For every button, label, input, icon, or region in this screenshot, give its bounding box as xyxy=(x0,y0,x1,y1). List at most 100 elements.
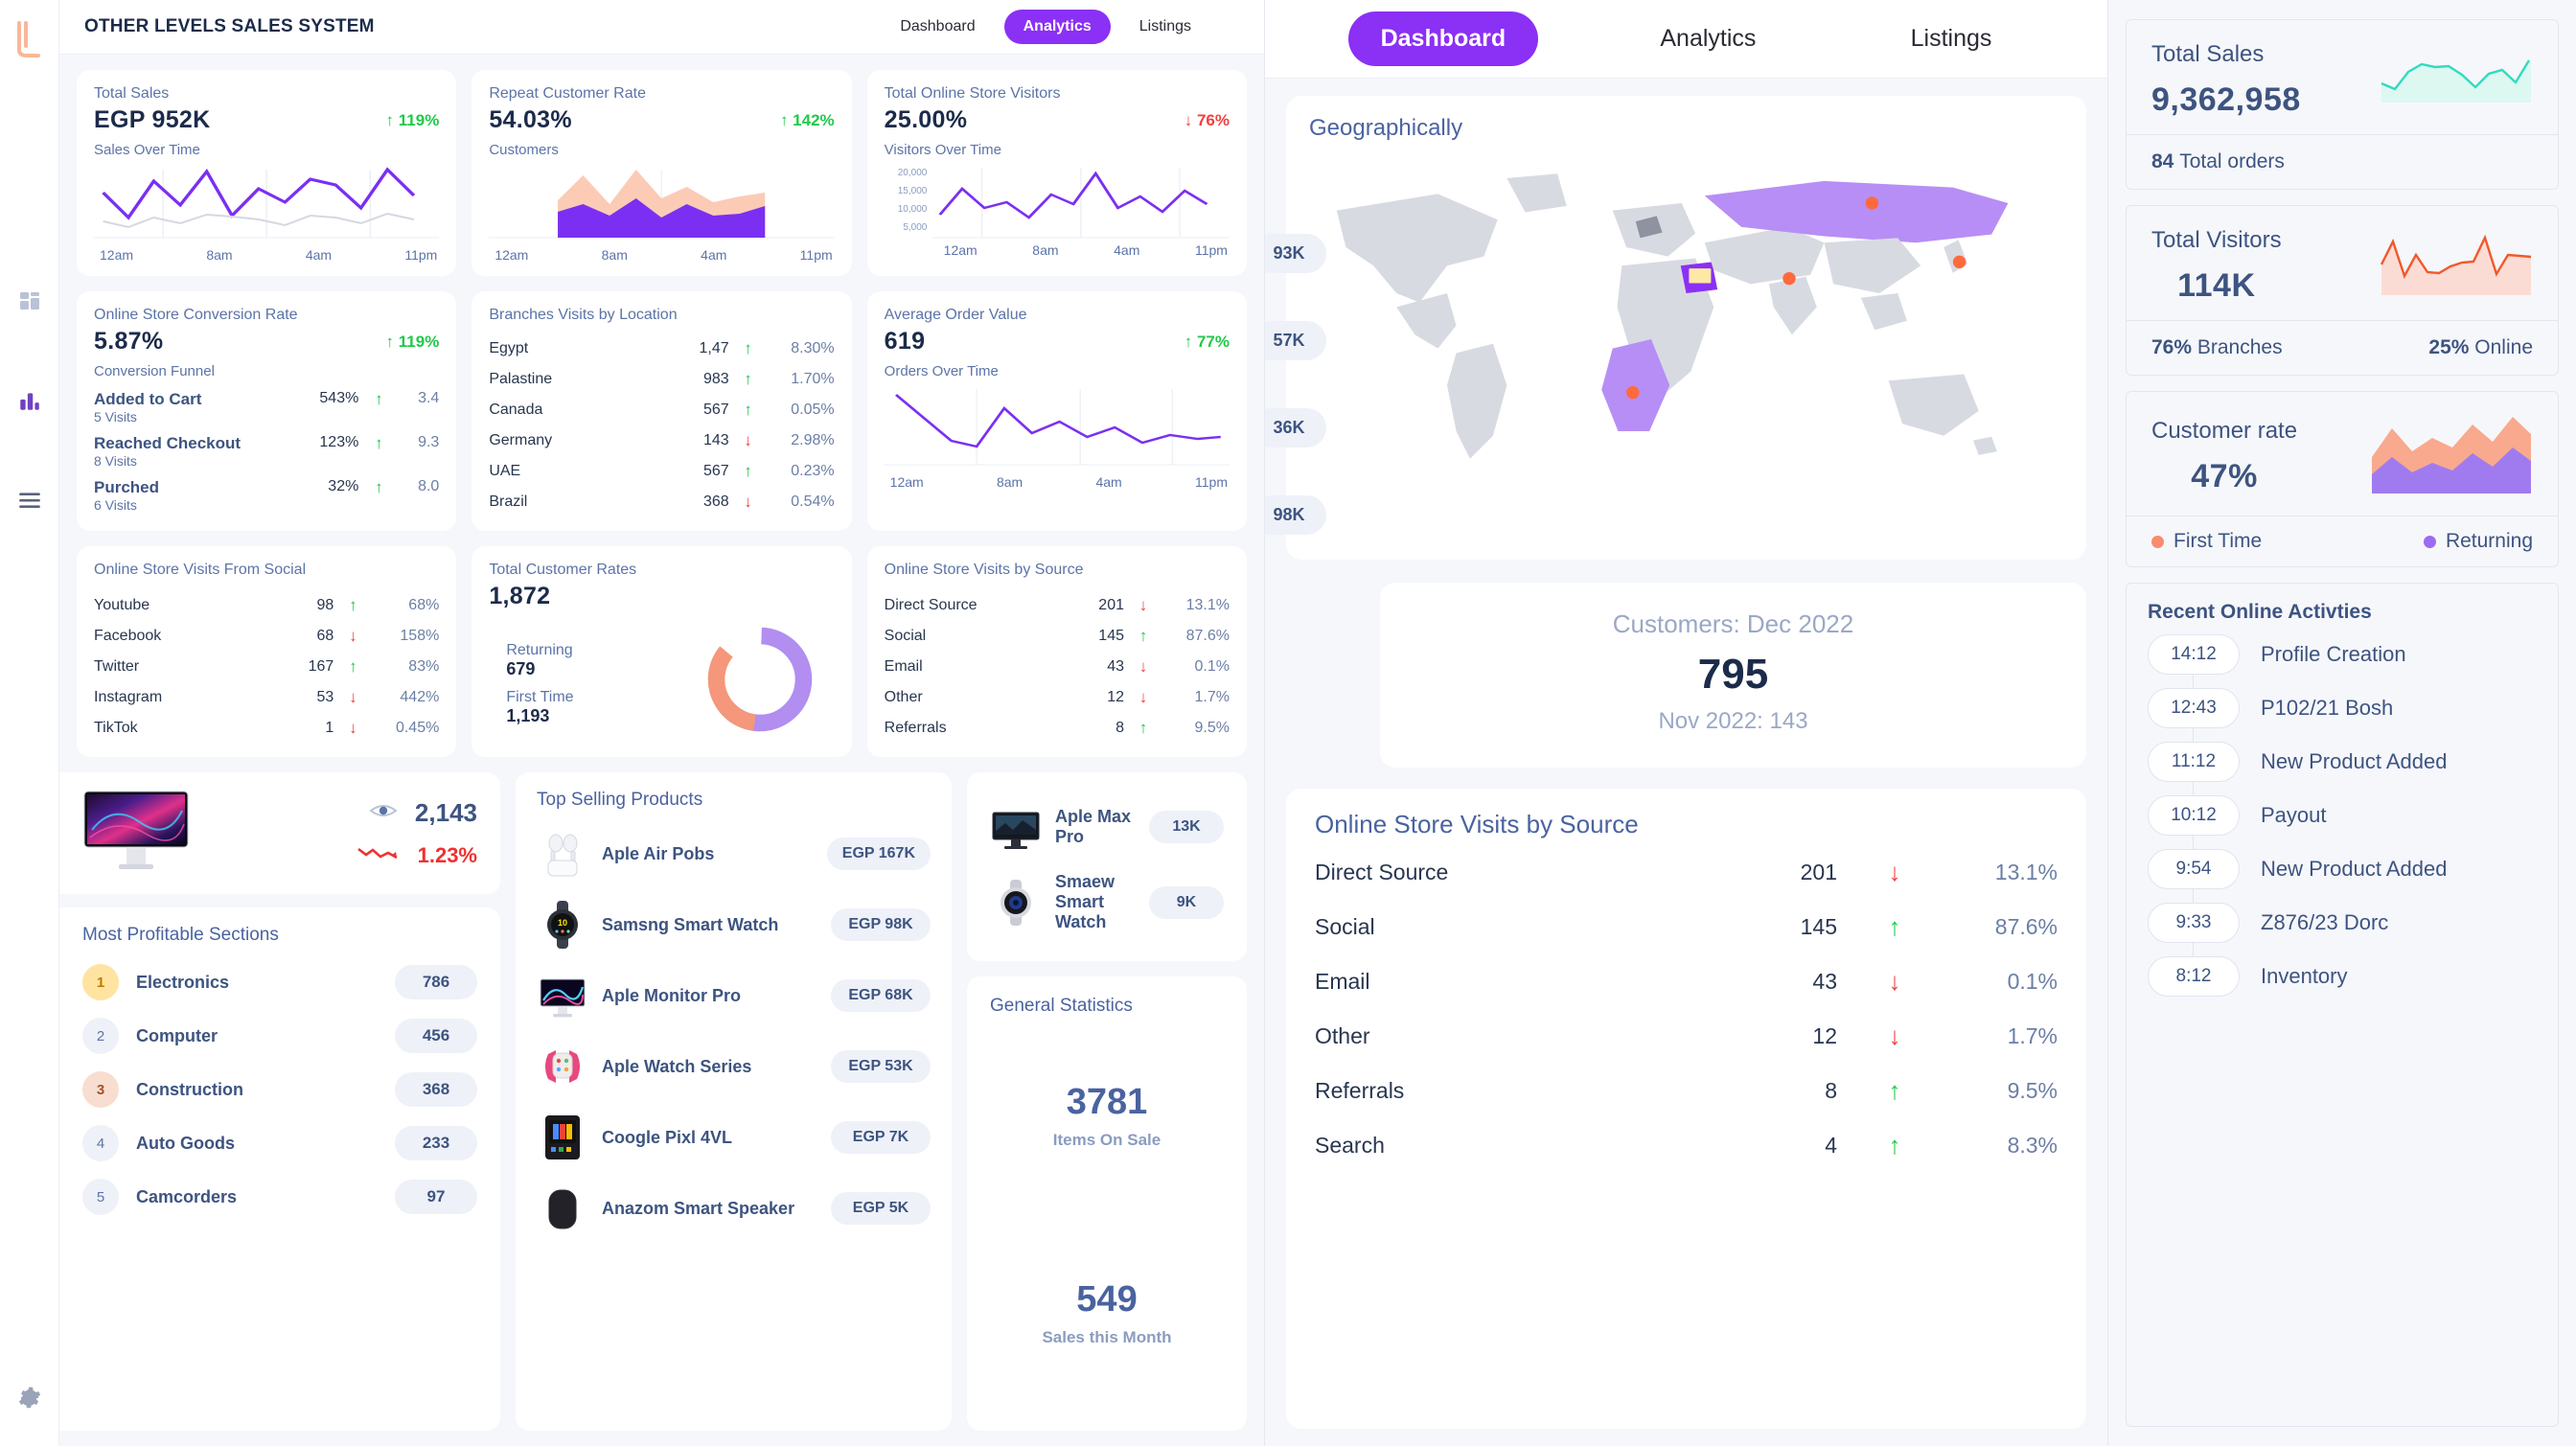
customers-period: Customers: Dec 2022 xyxy=(1380,609,2086,639)
list-item[interactable]: Aple Watch Series EGP 53K xyxy=(537,1031,931,1102)
axis-tick: 8am xyxy=(997,474,1023,490)
y-axis-tick: 20,000 xyxy=(885,168,928,178)
table-row: Referrals8↑9.5% xyxy=(885,713,1230,744)
list-item[interactable]: 2 Computer 456 xyxy=(82,1009,477,1063)
list-item[interactable]: 9:33 Z876/23 Dorc xyxy=(2148,896,2537,950)
list-item[interactable]: 1 Electronics 786 xyxy=(82,955,477,1009)
row-label: Youtube xyxy=(94,597,270,614)
row-label: Canada xyxy=(489,402,665,419)
card-subtitle: Conversion Funnel xyxy=(94,363,439,379)
card-featured-monitor: 2,143 1.23% xyxy=(59,772,500,894)
card-value: EGP 952K xyxy=(94,106,210,134)
list-item[interactable]: 3 Construction 368 xyxy=(82,1063,477,1116)
table-row: Email43↓0.1% xyxy=(885,652,1230,682)
x-axis-labels: 12am 8am 4am 11pm xyxy=(94,243,439,263)
axis-tick: 12am xyxy=(944,242,978,258)
tab-dashboard[interactable]: Dashboard xyxy=(1348,11,1539,66)
list-item[interactable]: 5 Camcorders 97 xyxy=(82,1170,477,1224)
row-value: 201 xyxy=(1061,597,1124,614)
app-root: OTHER LEVELS SALES SYSTEM Dashboard Anal… xyxy=(0,0,2576,1446)
trend-up-icon: ↑ xyxy=(729,370,768,389)
list-item[interactable]: 14:12 Profile Creation xyxy=(2148,628,2537,681)
table-row: Youtube98↑68% xyxy=(94,590,439,621)
map-marker xyxy=(1782,272,1795,285)
rank-badge: 1 xyxy=(82,964,119,1000)
product-price: EGP 7K xyxy=(831,1121,931,1154)
funnel-stage: Purched xyxy=(94,478,299,497)
customer-rates-donut-chart: Returning 679 First Time 1,193 xyxy=(489,620,834,739)
tab-listings[interactable]: Listings xyxy=(1120,10,1210,44)
table-row: Palastine983↑1.70% xyxy=(489,364,834,395)
activity-time: 14:12 xyxy=(2148,634,2240,675)
list-item[interactable]: Coogle Pixl 4VL EGP 7K xyxy=(537,1102,931,1173)
list-item[interactable]: 9:54 New Product Added xyxy=(2148,842,2537,896)
stat-block: 3781 Items On Sale xyxy=(990,1017,1224,1214)
row-pct: 9.5% xyxy=(1952,1078,2058,1104)
trend-down-icon: ↓ xyxy=(1837,858,1952,887)
activity-time: 11:12 xyxy=(2148,742,2240,782)
legend-first-time: First Time xyxy=(2151,530,2262,553)
list-item[interactable]: 8:12 Inventory xyxy=(2148,950,2537,1003)
product-name: Aple Monitor Pro xyxy=(602,986,831,1006)
funnel-pct: 543% xyxy=(299,390,358,407)
bar-chart-icon[interactable] xyxy=(9,379,51,422)
metrics-row-1: Total Sales EGP 952K ↑ 119% Sales Over T… xyxy=(59,55,1264,276)
section-value: 786 xyxy=(395,965,477,999)
funnel-pct: 123% xyxy=(299,434,358,451)
list-item[interactable]: 4 Auto Goods 233 xyxy=(82,1116,477,1170)
trend-up-icon: ↑ xyxy=(358,390,399,409)
trend-down-line-icon xyxy=(356,845,401,867)
row-pct: 0.23% xyxy=(768,463,835,480)
tab-listings[interactable]: Listings xyxy=(1878,11,2025,66)
list-item[interactable]: Aple Monitor Pro EGP 68K xyxy=(537,960,931,1031)
total-sales-sparkline xyxy=(2380,51,2533,109)
card-total-customer-rates: Total Customer Rates 1,872 Returning 679… xyxy=(472,546,851,757)
table-row: Facebook68↓158% xyxy=(94,621,439,652)
legend-label: Returning xyxy=(2446,530,2533,553)
axis-tick: 4am xyxy=(701,247,726,263)
card-delta: ↓ 76% xyxy=(1184,111,1230,130)
tab-analytics[interactable]: Analytics xyxy=(1627,11,1788,66)
funnel-value: 8.0 xyxy=(399,478,439,495)
axis-tick: 11pm xyxy=(1195,474,1228,490)
section-title: General Statistics xyxy=(990,996,1224,1017)
row-value: 43 xyxy=(1732,969,1837,995)
axis-tick: 11pm xyxy=(404,247,437,263)
metrics-row-2: Online Store Conversion Rate 5.87% ↑ 119… xyxy=(59,276,1264,531)
section-value: 97 xyxy=(395,1180,477,1214)
table-row: Referrals8↑9.5% xyxy=(1315,1064,2058,1118)
row-value: 145 xyxy=(1061,628,1124,645)
card-conversion-rate: Online Store Conversion Rate 5.87% ↑ 119… xyxy=(77,291,456,531)
product-name: Aple Watch Series xyxy=(602,1057,831,1077)
list-item[interactable]: Aple Max Pro 13K xyxy=(990,792,1224,862)
logo-icon xyxy=(13,21,46,59)
list-item[interactable]: Aple Air Pobs EGP 167K xyxy=(537,818,931,889)
world-map[interactable]: 93K 57K 36K 98K xyxy=(1309,148,2063,550)
tab-analytics[interactable]: Analytics xyxy=(1004,10,1111,44)
card-subtitle: Visitors Over Time xyxy=(885,142,1230,158)
axis-tick: 11pm xyxy=(1195,242,1228,258)
row-value: 53 xyxy=(270,689,334,706)
menu-icon[interactable] xyxy=(9,479,51,521)
row-value: 567 xyxy=(666,463,729,480)
row-pct: 87.6% xyxy=(1952,914,2058,940)
product-name: Aple Max Pro xyxy=(1055,807,1149,847)
section-title: Most Profitable Sections xyxy=(82,925,477,946)
tab-dashboard[interactable]: Dashboard xyxy=(881,10,994,44)
list-item[interactable]: Anazom Smart Speaker EGP 5K xyxy=(537,1173,931,1244)
stat-caption: Items On Sale xyxy=(1053,1131,1161,1150)
product-name: Coogle Pixl 4VL xyxy=(602,1128,831,1148)
gear-icon[interactable] xyxy=(9,1377,51,1419)
delta-value: 77% xyxy=(1197,333,1230,351)
list-item[interactable]: 10:12 Payout xyxy=(2148,789,2537,842)
panelB-tabs: Dashboard Analytics Listings xyxy=(1265,0,2107,79)
list-item[interactable]: Smaew Smart Watch 9K xyxy=(990,862,1224,942)
card-total-visitors-summary: Total Visitors 114K 76% Branches 25% Onl… xyxy=(2126,205,2559,376)
row-label: Email xyxy=(1315,969,1732,995)
orders-count: 84 xyxy=(2151,150,2174,172)
list-item[interactable]: 11:12 New Product Added xyxy=(2148,735,2537,789)
row-label: Other xyxy=(1315,1023,1732,1049)
list-item[interactable]: 10 Samsng Smart Watch EGP 98K xyxy=(537,889,931,960)
list-item[interactable]: 12:43 P102/21 Bosh xyxy=(2148,681,2537,735)
dashboard-grid-icon[interactable] xyxy=(9,280,51,322)
